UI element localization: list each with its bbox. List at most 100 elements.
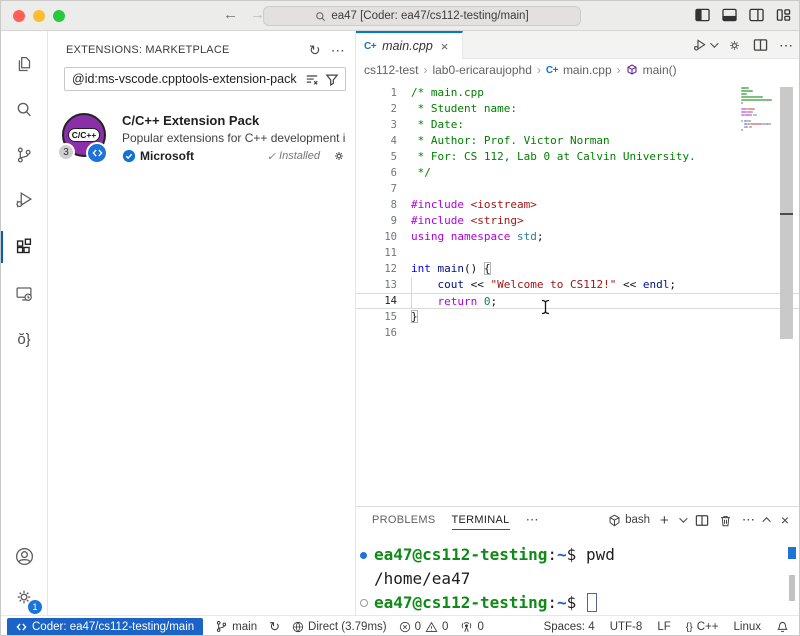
code-line[interactable]: 9#include <string> bbox=[356, 213, 800, 229]
toggle-panel-icon[interactable] bbox=[722, 8, 737, 22]
split-editor-icon[interactable] bbox=[753, 38, 768, 52]
split-terminal-icon[interactable] bbox=[695, 514, 709, 527]
maximize-panel-icon[interactable] bbox=[762, 517, 770, 525]
run-debug-icon bbox=[692, 37, 708, 53]
os-status-item[interactable]: Linux bbox=[734, 621, 762, 633]
breadcrumb-folder[interactable]: cs112-test bbox=[364, 63, 418, 77]
toggle-primary-sidebar-icon[interactable] bbox=[695, 8, 710, 22]
panel-more-tabs-icon[interactable]: ⋯ bbox=[526, 512, 539, 528]
connection-status-item[interactable]: Direct (3.79ms) bbox=[292, 621, 387, 633]
code-line[interactable]: 11 bbox=[356, 245, 800, 261]
minimize-window-button[interactable] bbox=[33, 10, 45, 22]
zoom-window-button[interactable] bbox=[53, 10, 65, 22]
code-editor[interactable]: 1/* main.cpp2 * Student name:3 * Date:4 … bbox=[356, 81, 800, 506]
account-button[interactable] bbox=[1, 536, 47, 576]
code-line[interactable]: 16 bbox=[356, 325, 800, 341]
panel-more-actions-icon[interactable]: ⋯ bbox=[742, 512, 755, 528]
customize-layout-icon[interactable] bbox=[776, 8, 791, 22]
extension-name: C/C++ Extension Pack bbox=[122, 113, 346, 128]
verified-publisher-icon bbox=[122, 149, 136, 163]
breadcrumb-symbol[interactable]: main() bbox=[643, 63, 677, 77]
sidebar-item-explorer[interactable] bbox=[1, 45, 47, 85]
refresh-icon[interactable]: ↻ bbox=[309, 42, 321, 59]
sidebar-item-remote-explorer[interactable] bbox=[1, 274, 47, 314]
more-actions-icon[interactable]: ⋯ bbox=[331, 42, 345, 59]
tab-main-cpp[interactable]: C+ main.cpp × bbox=[356, 31, 463, 59]
sidebar-item-extensions[interactable] bbox=[1, 227, 47, 267]
code-line[interactable]: 13 cout << "Welcome to CS112!" << endl; bbox=[356, 277, 800, 293]
explorer-icon bbox=[13, 54, 35, 76]
editor-scrollbar[interactable] bbox=[780, 87, 793, 339]
indentation-status-item[interactable]: Spaces: 4 bbox=[544, 621, 595, 633]
code-line[interactable]: 14 return 0; bbox=[356, 293, 800, 309]
titlebar: ← → ea47 [Coder: ea47/cs112-testing/main… bbox=[1, 1, 800, 31]
toggle-secondary-sidebar-icon[interactable] bbox=[749, 8, 764, 22]
close-window-button[interactable] bbox=[13, 10, 25, 22]
terminal-scrollbar[interactable] bbox=[789, 575, 795, 601]
code-line[interactable]: 4 * Author: Prof. Victor Norman bbox=[356, 133, 800, 149]
editor-more-actions-icon[interactable]: ⋯ bbox=[779, 37, 793, 54]
code-line[interactable]: 10using namespace std; bbox=[356, 229, 800, 245]
language-status-item[interactable]: {} C++ bbox=[686, 621, 719, 633]
branch-status-item[interactable]: main bbox=[215, 620, 257, 633]
eol-status-item[interactable]: LF bbox=[657, 621, 670, 633]
errors-count: 0 bbox=[415, 621, 421, 633]
breadcrumb-folder[interactable]: lab0-ericaraujophd bbox=[432, 63, 531, 77]
indent-guide bbox=[411, 277, 412, 309]
kill-terminal-trash-icon[interactable] bbox=[719, 514, 732, 527]
new-terminal-icon[interactable]: + bbox=[660, 513, 669, 528]
remote-status-item[interactable]: Coder: ea47/cs112-testing/main bbox=[7, 618, 203, 636]
mouse-ibeam-cursor bbox=[540, 299, 551, 315]
breadcrumb[interactable]: cs112-test › lab0-ericaraujophd › C+ mai… bbox=[356, 59, 800, 81]
scrollbar-mark bbox=[780, 213, 793, 215]
ports-status-item[interactable]: 0 bbox=[460, 621, 483, 633]
extension-description: Popular extensions for C++ development i… bbox=[122, 131, 346, 145]
code-line[interactable]: 6 */ bbox=[356, 165, 800, 181]
remote-explorer-icon bbox=[13, 283, 35, 305]
minimap[interactable] bbox=[741, 87, 775, 135]
sidebar-item-run-debug[interactable] bbox=[1, 180, 47, 220]
sync-status-item[interactable]: ↻ bbox=[269, 619, 280, 635]
terminal[interactable]: ea47@cs112-testing:~$ pwd/home/ea47ea47@… bbox=[356, 533, 793, 616]
cpp-file-icon: C+ bbox=[364, 41, 376, 52]
extension-installed-status: ✓ Installed bbox=[267, 150, 320, 163]
search-view-icon bbox=[13, 99, 35, 121]
remote-icon bbox=[16, 622, 27, 632]
code-line[interactable]: 15} bbox=[356, 309, 800, 325]
encoding-status-item[interactable]: UTF-8 bbox=[610, 621, 643, 633]
run-or-debug-button[interactable] bbox=[692, 37, 716, 53]
code-line[interactable]: 8#include <iostream> bbox=[356, 197, 800, 213]
code-line[interactable]: 3 * Date: bbox=[356, 117, 800, 133]
code-line[interactable]: 12int main() { bbox=[356, 261, 800, 277]
editor-group: C+ main.cpp × ⋯ cs112-test › lab0-ericar… bbox=[356, 31, 800, 615]
back-icon[interactable]: ← bbox=[223, 6, 238, 23]
code-line[interactable]: 1/* main.cpp bbox=[356, 85, 800, 101]
close-panel-icon[interactable]: × bbox=[781, 512, 789, 528]
extension-list-item[interactable]: C/C++ 3 C/C++ Extension Pack Popular ext… bbox=[48, 103, 356, 165]
sidebar-item-search[interactable] bbox=[1, 90, 47, 130]
notifications-bell-icon[interactable] bbox=[776, 620, 789, 633]
extensions-icon bbox=[13, 236, 35, 258]
code-line[interactable]: 7 bbox=[356, 181, 800, 197]
editor-gear-icon[interactable] bbox=[727, 38, 742, 53]
sidebar-item-source-control[interactable] bbox=[1, 135, 47, 175]
filter-icon[interactable] bbox=[325, 73, 339, 86]
clear-filter-icon[interactable] bbox=[305, 73, 319, 86]
terminal-shell-item[interactable]: bash bbox=[608, 514, 650, 527]
extension-manage-gear-icon[interactable] bbox=[332, 149, 346, 163]
problems-status-item[interactable]: 0 0 bbox=[399, 621, 449, 633]
tab-terminal[interactable]: TERMINAL bbox=[452, 514, 510, 530]
sidebar-item-misc-extension[interactable]: ŏ} bbox=[1, 319, 47, 359]
tab-problems[interactable]: PROBLEMS bbox=[372, 514, 436, 526]
git-branch-icon bbox=[215, 620, 228, 633]
tab-close-icon[interactable]: × bbox=[441, 40, 449, 53]
warnings-icon bbox=[425, 621, 438, 633]
settings-button[interactable]: 1 bbox=[1, 577, 47, 617]
window-title-pill[interactable]: ea47 [Coder: ea47/cs112-testing/main] bbox=[263, 6, 581, 26]
code-line[interactable]: 2 * Student name: bbox=[356, 101, 800, 117]
code-line[interactable]: 5 * For: CS 112, Lab 0 at Calvin Univers… bbox=[356, 149, 800, 165]
extensions-search-input[interactable] bbox=[65, 72, 305, 86]
terminal-dropdown-icon[interactable] bbox=[679, 514, 687, 522]
ports-count: 0 bbox=[477, 621, 483, 633]
breadcrumb-file[interactable]: main.cpp bbox=[563, 63, 612, 77]
